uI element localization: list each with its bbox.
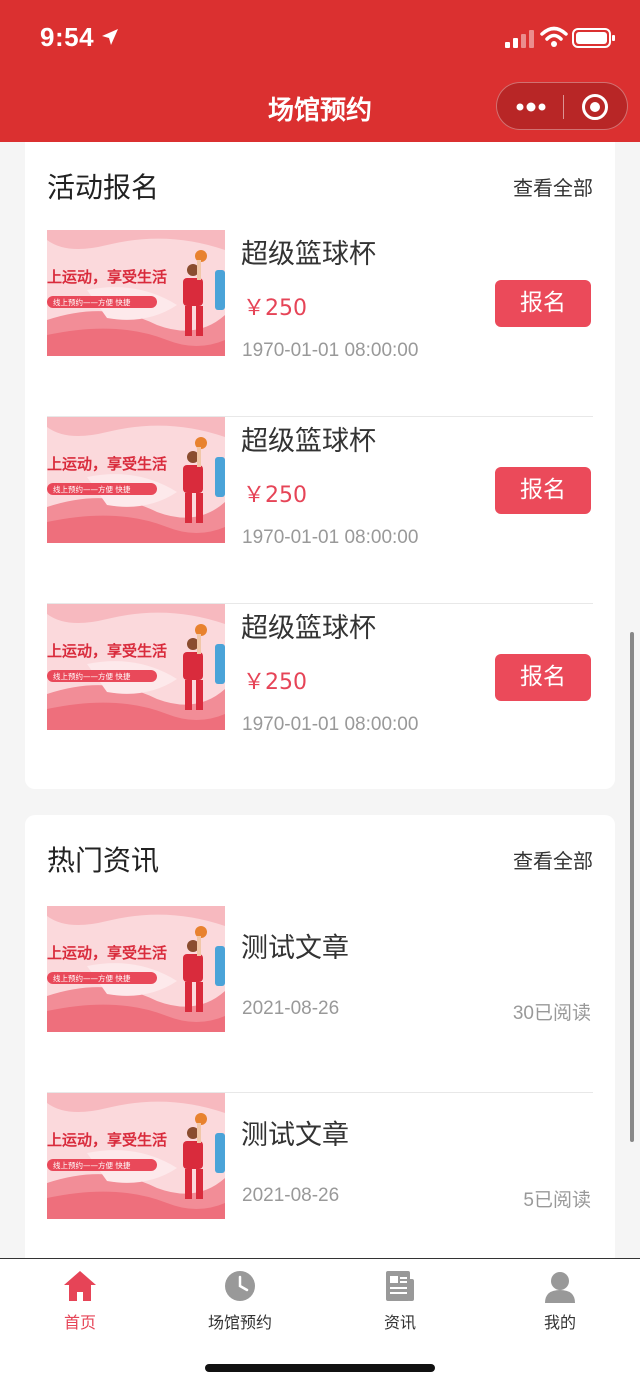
close-miniprogram-icon[interactable] — [581, 93, 609, 121]
news-title: 测试文章 — [241, 1120, 349, 1151]
activity-section: 活动报名 查看全部 上运动，享受生活 线上预约——方便 快捷 超级篮球杯 ￥250… — [25, 142, 615, 789]
banner-image: 上运动，享受生活线上预约——方便 快捷 — [47, 1093, 225, 1219]
news-date: 2021-08-26 — [242, 998, 340, 1019]
tab-label: 场馆预约 — [207, 1313, 272, 1332]
battery-icon — [572, 28, 615, 48]
tab-profile[interactable]: 我的 — [480, 1269, 640, 1339]
banner-image: 上运动，享受生活线上预约——方便 快捷 — [47, 906, 225, 1032]
banner-image: 上运动，享受生活线上预约——方便 快捷 — [47, 604, 225, 730]
scrollbar[interactable] — [630, 632, 634, 1142]
activity-price: ￥250 — [243, 670, 307, 695]
cellular-signal-icon — [505, 30, 534, 48]
svg-text:上运动，享受生活: 上运动，享受生活 — [47, 455, 167, 473]
banner-image: 上运动，享受生活线上预约——方便 快捷 — [47, 230, 225, 356]
tab-label: 首页 — [63, 1313, 96, 1332]
news-thumbnail: 上运动，享受生活线上预约——方便 快捷 — [47, 1093, 225, 1219]
news-section: 热门资讯 查看全部 上运动，享受生活 线上预约——方便 快捷 测试文章 2021-… — [25, 815, 615, 1280]
svg-text:线上预约——方便 快捷: 线上预约——方便 快捷 — [53, 973, 131, 983]
activity-thumbnail: 上运动，享受生活线上预约——方便 快捷 — [47, 417, 225, 543]
svg-text:上运动，享受生活: 上运动，享受生活 — [47, 944, 167, 962]
activity-section-title: 活动报名 — [47, 171, 160, 204]
more-menu-icon[interactable] — [515, 97, 547, 117]
banner-image: 上运动，享受生活线上预约——方便 快捷 — [47, 417, 225, 543]
wifi-icon — [540, 26, 568, 47]
svg-text:线上预约——方便 快捷: 线上预约——方便 快捷 — [53, 484, 131, 494]
svg-text:线上预约——方便 快捷: 线上预约——方便 快捷 — [53, 1160, 131, 1170]
svg-text:线上预约——方便 快捷: 线上预约——方便 快捷 — [53, 297, 131, 307]
home-icon — [64, 1271, 96, 1301]
miniprogram-capsule — [496, 82, 628, 130]
signup-button[interactable]: 报名 — [495, 467, 591, 514]
news-item[interactable]: 上运动，享受生活线上预约——方便 快捷 测试文章 2021-08-26 30已阅… — [47, 906, 593, 1093]
activity-price: ￥250 — [243, 296, 307, 321]
svg-text:线上预约——方便 快捷: 线上预约——方便 快捷 — [53, 671, 131, 681]
capsule-divider — [563, 95, 564, 119]
news-read-count: 30已阅读 — [512, 1003, 591, 1024]
news-section-title: 热门资讯 — [47, 844, 160, 877]
activity-time: 1970-01-01 08:00:00 — [242, 714, 419, 735]
status-time: 9:54 — [40, 22, 95, 52]
tab-news[interactable]: 资讯 — [320, 1269, 480, 1339]
bottom-tab-bar: 首页 场馆预约 资讯 我的 — [0, 1258, 640, 1385]
activity-item[interactable]: 上运动，享受生活线上预约——方便 快捷 超级篮球杯 ￥250 1970-01-0… — [47, 417, 593, 604]
news-item[interactable]: 上运动，享受生活线上预约——方便 快捷 测试文章 2021-08-26 5已阅读 — [47, 1093, 593, 1280]
news-icon — [386, 1271, 414, 1301]
activity-item[interactable]: 上运动，享受生活线上预约——方便 快捷 超级篮球杯 ￥250 1970-01-0… — [47, 604, 593, 791]
activity-time: 1970-01-01 08:00:00 — [242, 527, 419, 548]
clock-icon — [225, 1271, 255, 1301]
activity-title: 超级篮球杯 — [241, 426, 376, 457]
tab-venue-booking[interactable]: 场馆预约 — [160, 1269, 320, 1339]
activity-title: 超级篮球杯 — [241, 239, 376, 270]
activity-item[interactable]: 上运动，享受生活线上预约——方便 快捷 超级篮球杯 ￥250 1970-01-0… — [47, 230, 593, 417]
app-header: 9:54 场馆预约 — [0, 0, 640, 142]
activity-thumbnail: 上运动，享受生活线上预约——方便 快捷 — [47, 604, 225, 730]
activity-thumbnail: 上运动，享受生活线上预约——方便 快捷 — [47, 230, 225, 356]
home-indicator — [205, 1364, 435, 1372]
news-view-all-link[interactable]: 查看全部 — [513, 845, 593, 874]
activity-time: 1970-01-01 08:00:00 — [242, 340, 419, 361]
signup-button[interactable]: 报名 — [495, 280, 591, 327]
signup-button[interactable]: 报名 — [495, 654, 591, 701]
user-icon — [545, 1272, 575, 1303]
svg-text:上运动，享受生活: 上运动，享受生活 — [47, 642, 167, 660]
activity-price: ￥250 — [243, 483, 307, 508]
news-thumbnail: 上运动，享受生活线上预约——方便 快捷 — [47, 906, 225, 1032]
news-read-count: 5已阅读 — [523, 1190, 591, 1211]
activity-view-all-link[interactable]: 查看全部 — [513, 172, 593, 201]
activity-title: 超级篮球杯 — [241, 613, 376, 644]
tab-label: 资讯 — [383, 1313, 416, 1332]
news-date: 2021-08-26 — [242, 1185, 340, 1206]
svg-text:上运动，享受生活: 上运动，享受生活 — [47, 268, 167, 286]
news-title: 测试文章 — [241, 933, 349, 964]
tab-label: 我的 — [543, 1313, 576, 1332]
location-arrow-icon — [102, 29, 118, 45]
tab-home[interactable]: 首页 — [0, 1269, 160, 1339]
svg-text:上运动，享受生活: 上运动，享受生活 — [47, 1131, 167, 1149]
